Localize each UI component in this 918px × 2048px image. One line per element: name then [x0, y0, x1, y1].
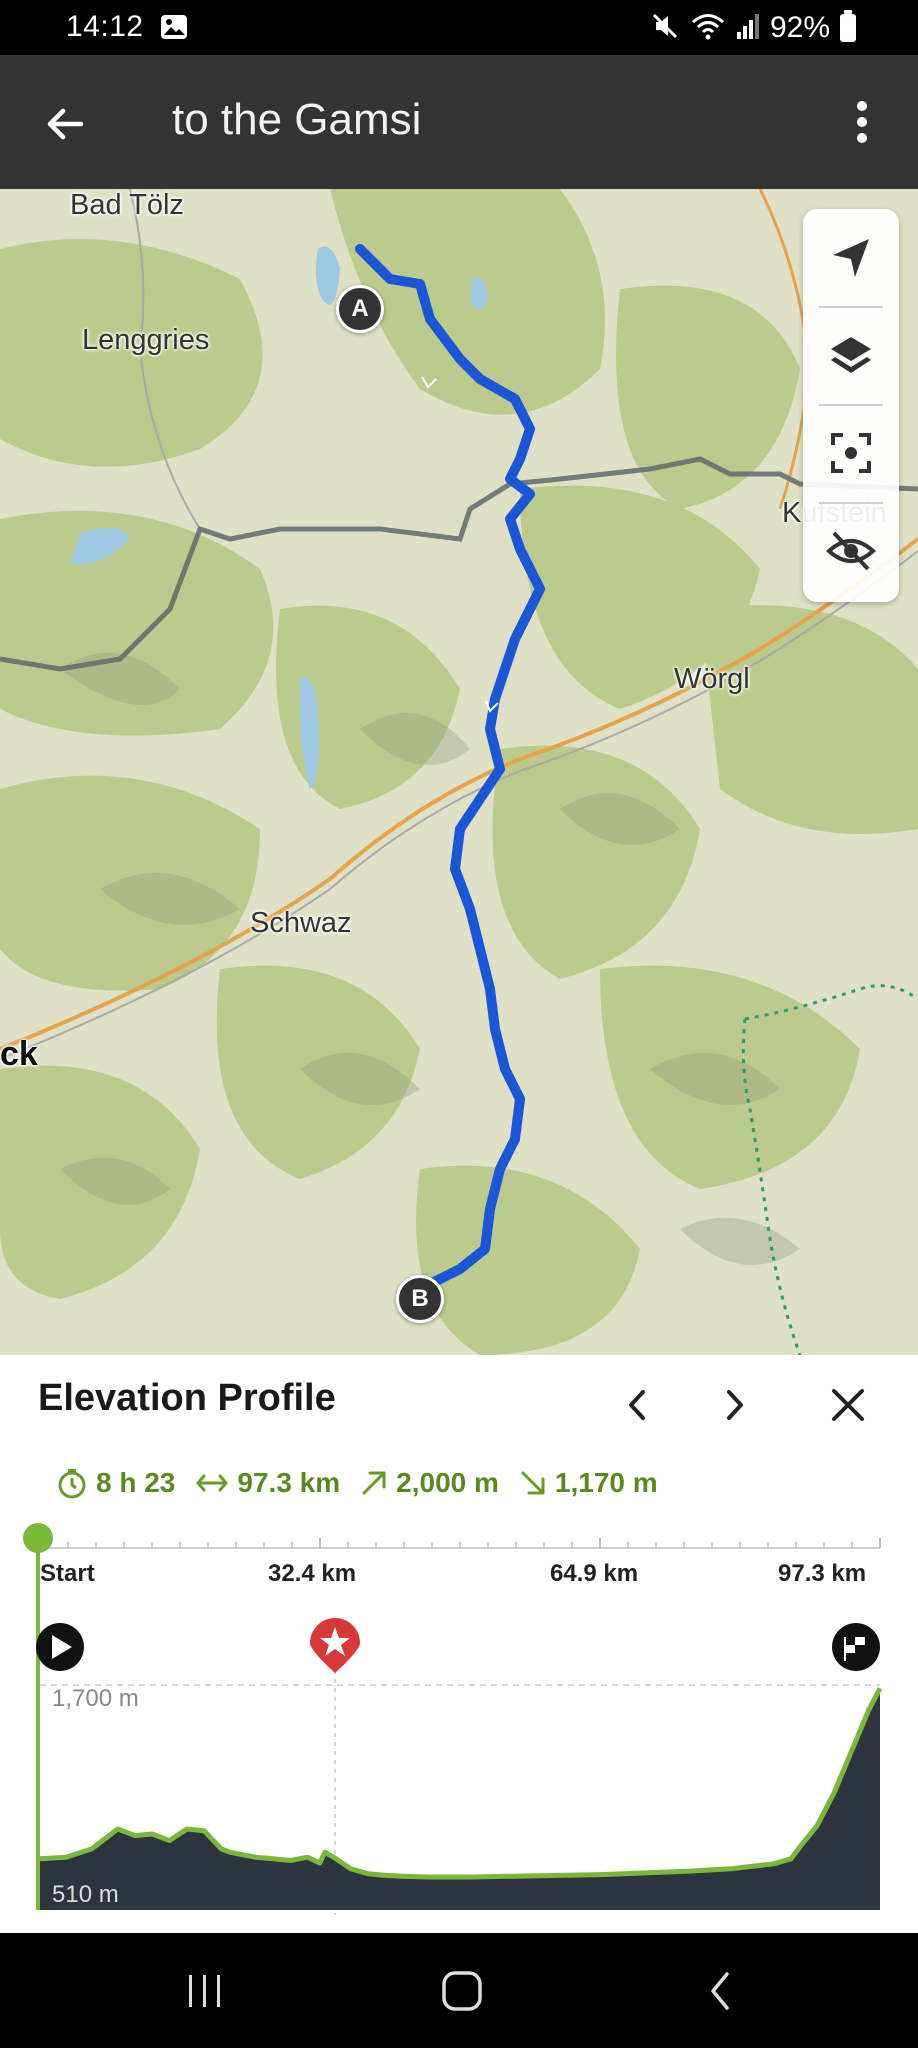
km-label-start: Start	[40, 1560, 95, 1587]
elevation-panel: Elevation Profile 8 h 23 97.3 km 2,000 m…	[0, 1355, 918, 1933]
page-title: to the Gamsi	[172, 95, 422, 144]
route-start-marker[interactable]: A	[336, 285, 384, 333]
map-label-schwaz: Schwaz	[250, 907, 352, 939]
route-end-marker[interactable]: B	[396, 1275, 444, 1323]
status-time: 14:12	[66, 10, 144, 43]
hide-icon	[826, 531, 876, 571]
position-indicator-dot	[23, 1523, 53, 1553]
km-label-97: 97.3 km	[778, 1560, 867, 1587]
map-label-lenggries: Lenggries	[82, 324, 210, 356]
battery-percent: 92%	[769, 11, 830, 44]
highlight-star-icon	[310, 1618, 360, 1673]
start-flag-icon	[36, 1623, 84, 1671]
km-label-32: 32.4 km	[268, 1560, 357, 1587]
recent-apps-icon	[189, 1975, 220, 2007]
system-nav-bar	[0, 1933, 918, 2048]
more-vert-icon	[857, 101, 867, 143]
finish-flag-icon	[832, 1623, 880, 1671]
wifi-icon	[690, 11, 726, 46]
back-icon	[711, 1972, 729, 2010]
focus-icon	[831, 433, 871, 473]
home-icon	[442, 1971, 482, 2011]
status-bar: 14:12 92%	[0, 0, 918, 55]
mute-icon	[650, 11, 680, 46]
gallery-icon	[160, 14, 188, 40]
map-controls	[803, 209, 899, 602]
arrow-left-icon	[47, 108, 84, 140]
recent-apps-button[interactable]	[175, 1963, 235, 2019]
map-label-bad-tolz: Bad Tölz	[70, 189, 184, 221]
focus-route-button[interactable]	[803, 405, 899, 501]
distance-ticks	[39, 1538, 881, 1548]
elevation-max-label: 1,700 m	[52, 1685, 139, 1712]
elevation-chart[interactable]	[0, 1355, 918, 1933]
hide-overlay-button[interactable]	[803, 503, 899, 599]
map-label-innsbruck: ck	[0, 1035, 38, 1073]
map-terrain	[0, 189, 918, 1355]
locate-button[interactable]	[803, 209, 899, 305]
map-view[interactable]: Bad Tölz Lenggries Kufstein Wörgl Schwaz…	[0, 189, 918, 1355]
system-back-button[interactable]	[690, 1963, 750, 2019]
map-label-worgl: Wörgl	[674, 663, 750, 695]
home-button[interactable]	[432, 1963, 492, 2019]
navigation-arrow-icon	[833, 239, 869, 277]
elevation-min-label: 510 m	[52, 1881, 119, 1908]
signal-icon	[736, 12, 760, 45]
layers-icon	[831, 337, 871, 373]
km-label-65: 64.9 km	[550, 1560, 639, 1587]
app-bar: to the Gamsi	[0, 55, 918, 189]
more-options-button[interactable]	[832, 87, 892, 157]
layers-button[interactable]	[803, 307, 899, 403]
battery-icon	[840, 10, 856, 42]
back-button[interactable]	[30, 89, 100, 159]
